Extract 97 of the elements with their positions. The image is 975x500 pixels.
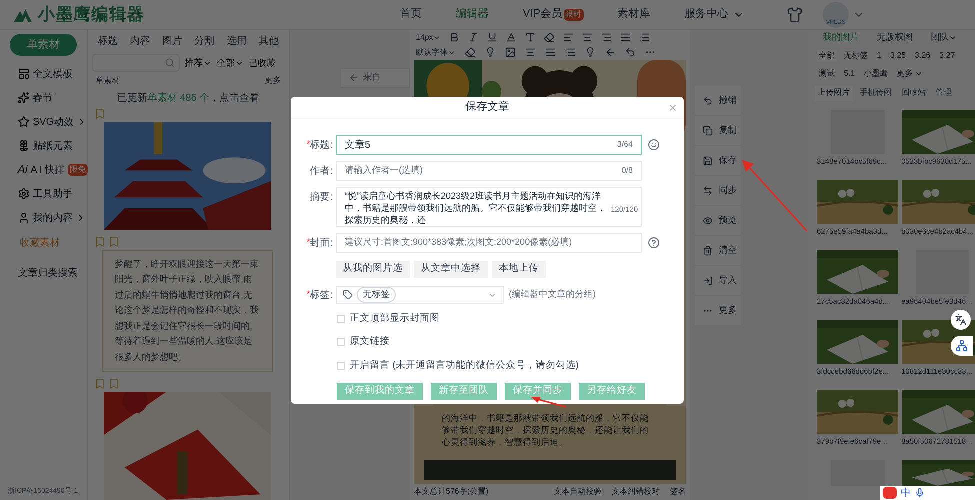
panel-tab[interactable]: 团队 [931, 31, 949, 45]
panel-action[interactable]: 回收站 [899, 86, 929, 100]
sidebar-item[interactable]: SVG动效 [32, 114, 74, 130]
action-button[interactable]: 清空 [695, 236, 741, 265]
field-label: 标题: [310, 138, 333, 153]
more-link[interactable]: 更多 [265, 75, 281, 88]
checkbox-label: 正文顶部显示封面图 [350, 312, 440, 326]
tag-chip[interactable]: 3.27 [938, 50, 958, 62]
tag-chip[interactable]: 无标签 [842, 50, 870, 62]
status-link[interactable]: 文本自动校验 [554, 486, 602, 498]
nav-link[interactable]: 素材库 [618, 6, 651, 23]
material-tab[interactable]: 内容 [130, 34, 150, 50]
filter-link[interactable]: 已收藏 [249, 56, 276, 70]
required-mark: * [306, 236, 310, 247]
text-field[interactable]: 请输入作者一(选填) 0/8 [336, 161, 642, 181]
field-placeholder: 建议尺寸:首图文:900*383像素;次图文:200*200像素(必填) [345, 236, 572, 250]
action-button[interactable]: 保存 [695, 146, 741, 175]
panel-tab[interactable]: 我的图片 [823, 31, 859, 45]
sidebar-item[interactable]: 全文模板 [33, 66, 73, 82]
sidebar-item[interactable]: A I 快排 [30, 162, 66, 178]
sidebar-item[interactable]: 春节 [33, 90, 53, 106]
field-label: 标签: [310, 288, 333, 302]
status-link[interactable]: 文本纠错校对 [612, 486, 660, 498]
material-tab[interactable]: 选用 [226, 34, 247, 50]
text-card[interactable]: 梦醒了，睁开双眼迎接这一天第一束阳光，窗外叶子正绿，映入眼帘,雨过后的蜗牛悄悄地爬过我的窗台,无论这个梦是怎样的奇怪和不现实，我想我正是会记住它很长一段时间的,等待着遇到一些温暖的人,这应该是很多人的梦想吧。 [102, 250, 273, 372]
word-count: 本文总计576字(公置) [414, 486, 489, 498]
tag-chip[interactable]: 1 [875, 50, 884, 62]
cover-button[interactable]: 本地上传 [492, 261, 546, 278]
dialog-button[interactable]: 保存并同步 [505, 382, 571, 400]
action-button[interactable]: 导入 [695, 266, 741, 295]
filter-dropdown[interactable]: 推荐 [185, 56, 203, 70]
sidebar-item[interactable]: 工具助手 [33, 186, 73, 202]
material-tab[interactable]: 分割 [194, 34, 215, 50]
material-tab[interactable]: 图片 [162, 34, 182, 50]
font-family-dropdown[interactable]: 默认字体 [416, 46, 448, 58]
field-label: 封面: [310, 236, 333, 251]
tag-chip[interactable]: 小墨鹰 [862, 68, 890, 80]
cover-button[interactable]: 从文章中选择 [414, 261, 488, 278]
panel-tab[interactable]: 无版权图 [877, 31, 913, 45]
field-value: 文章5 [345, 138, 371, 152]
panel-action[interactable]: 上传图片 [815, 86, 853, 100]
ai-icon: Ai [18, 162, 28, 178]
action-button[interactable]: 更多 [695, 296, 741, 325]
field-placeholder: 请输入作者一(选填) [345, 164, 423, 178]
required-mark: * [306, 288, 310, 298]
material-tab[interactable]: 标题 [98, 34, 118, 50]
action-button[interactable]: 预览 [695, 206, 741, 235]
item-badge: 限免 [68, 164, 88, 176]
summary-text: “悦”读启童心书香润成长2023级2班读书月主题活动在知识的海洋中，书籍是那艘带领我们远航的船。它不仅能够带我们穿越时空，探索历史的奥秘，还 [345, 190, 607, 226]
dialog-title: 保存文章 [466, 100, 510, 116]
sidebar-item[interactable]: 贴纸元素 [33, 138, 73, 154]
char-counter: 3/64 [617, 139, 633, 151]
tag-chip[interactable]: 更多 [895, 68, 916, 80]
dialog-button[interactable]: 新存至团队 [431, 382, 497, 400]
section-title: 单素材 [96, 75, 120, 88]
tag-select[interactable]: 无标签 [336, 286, 504, 304]
sidebar-item[interactable]: 我的内容 [33, 210, 73, 226]
nav-link[interactable]: 服务中心 [684, 6, 729, 23]
tag-chip[interactable]: 5.1 [842, 68, 858, 80]
tag-chip[interactable]: 全部 [817, 50, 837, 62]
action-button[interactable]: 复制 [695, 116, 741, 145]
ime-mode[interactable]: 中 [901, 486, 911, 500]
back-button[interactable]: 来自 [340, 68, 410, 88]
article-text: 的海洋中，书籍是那艘带领我们远航的船，它不仅能够带我们穿越时空，探索历史的奥秘，还能让我们的心灵得到滋养，智慧得到启迪。 [442, 412, 650, 448]
material-tab[interactable]: 其他 [258, 34, 279, 50]
panel-action[interactable]: 手机传图 [857, 86, 895, 100]
dialog-button[interactable]: 保存到我的文章 [337, 382, 423, 400]
dialog-button[interactable]: 另存给好友 [579, 382, 645, 400]
required-mark: * [306, 138, 310, 149]
panel-action[interactable]: 管理 [933, 86, 955, 100]
nav-link[interactable]: VIP会员 [523, 6, 563, 23]
tag-hint: (编辑器中文章的分组) [509, 288, 596, 302]
sidebar-pill[interactable]: 单素材 [10, 34, 77, 56]
field-label: 作者: [310, 164, 333, 179]
status-link[interactable]: 签名 [670, 486, 686, 498]
tag-chip[interactable]: 3.25 [888, 50, 908, 62]
sidebar-item[interactable]: 文章归类搜索 [18, 266, 78, 280]
cover-button[interactable]: 从我的图片选 [336, 261, 410, 278]
text-field[interactable]: 文章5 3/64 [336, 135, 642, 155]
checkbox-label: 开启留言 (未开通留言功能的微信公众号，请勿勾选) [350, 358, 579, 372]
update-notice[interactable]: 已更新单素材 486 个，点击查看 [117, 90, 260, 106]
char-counter: 0/8 [622, 165, 633, 177]
logo[interactable]: 小墨鹰编辑器 [38, 2, 146, 28]
text-field[interactable]: 建议尺寸:首图文:900*383像素;次图文:200*200像素(必填) [336, 233, 642, 253]
field-label: 摘要: [310, 190, 333, 205]
tag-chip[interactable]: 3.26 [913, 50, 933, 62]
action-button[interactable]: 撤销 [695, 86, 741, 115]
nav-badge: 限时 [564, 8, 584, 20]
font-size-dropdown[interactable]: 14px [416, 32, 434, 44]
checkbox-label: 原文链接 [350, 335, 390, 350]
action-button[interactable]: 同步 [695, 176, 741, 205]
filter-dropdown[interactable]: 全部 [217, 56, 235, 70]
nav-link[interactable]: 编辑器 [456, 6, 489, 23]
tag-chip: 无标签 [357, 287, 396, 303]
nav-link[interactable]: 首页 [400, 6, 422, 23]
sidebar-heading: 收藏素材 [20, 236, 61, 251]
tag-chip[interactable]: 测试 [817, 68, 837, 80]
